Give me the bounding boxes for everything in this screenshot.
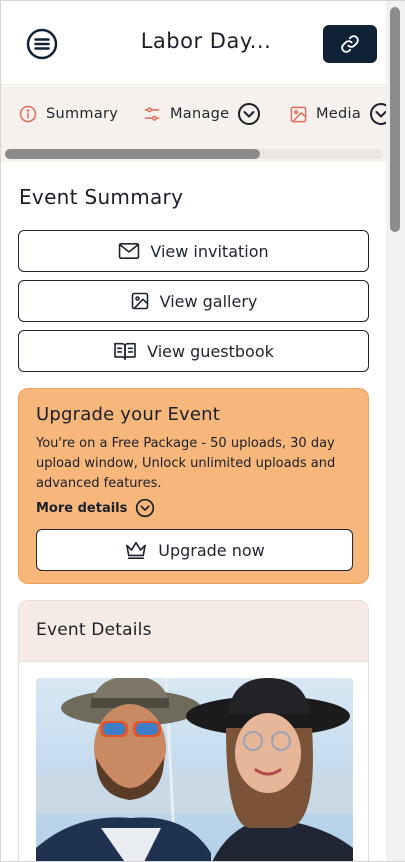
tab-manage[interactable]: Manage [142, 102, 261, 126]
tab-manage-label: Manage [170, 106, 230, 122]
upgrade-now-button[interactable]: Upgrade now [36, 529, 353, 571]
app-frame: Labor Day... Summary Manage Media Event … [0, 0, 405, 862]
view-gallery-button[interactable]: View gallery [18, 280, 369, 322]
menu-icon[interactable] [25, 27, 59, 61]
tab-media[interactable]: Media [289, 102, 386, 126]
section-title: Event Summary [19, 185, 184, 209]
upgrade-now-label: Upgrade now [158, 540, 265, 560]
page-scroll-thumb[interactable] [390, 7, 400, 232]
view-invitation-button[interactable]: View invitation [18, 230, 369, 272]
view-invitation-label: View invitation [150, 241, 269, 261]
copy-link-button[interactable] [323, 25, 377, 63]
tab-bar[interactable]: Summary Manage Media [1, 86, 386, 162]
event-title: Labor Day... [140, 29, 272, 53]
view-guestbook-label: View guestbook [147, 341, 274, 361]
view-guestbook-button[interactable]: View guestbook [18, 330, 369, 372]
upgrade-description: You're on a Free Package - 50 uploads, 3… [36, 436, 336, 491]
chevron-down-icon[interactable] [237, 102, 261, 126]
tabs-scroll-thumb[interactable] [5, 149, 260, 159]
image-icon [131, 292, 148, 310]
tab-media-label: Media [316, 106, 362, 122]
chevron-down-icon[interactable] [369, 102, 386, 126]
image-icon [290, 106, 307, 122]
event-details-title: Event Details [36, 620, 152, 640]
chevron-down-icon [136, 498, 155, 518]
link-icon [341, 35, 359, 53]
crown-icon [126, 541, 147, 559]
top-header: Labor Day... [1, 1, 386, 85]
tab-summary-label: Summary [46, 106, 119, 122]
event-details-header: Event Details [19, 601, 368, 662]
info-icon [19, 105, 37, 123]
sliders-icon [144, 107, 160, 121]
tab-summary[interactable]: Summary [18, 102, 118, 126]
book-icon [114, 342, 136, 360]
more-details-label: More details [36, 500, 128, 516]
upgrade-card: Upgrade your Event You're on a Free Pack… [18, 388, 369, 584]
more-details-toggle[interactable]: More details [36, 498, 155, 518]
upgrade-title: Upgrade your Event [36, 404, 221, 425]
view-gallery-label: View gallery [159, 291, 258, 311]
event-photo[interactable] [36, 678, 353, 861]
envelope-icon [119, 242, 140, 260]
event-details-card: Event Details [18, 600, 369, 861]
